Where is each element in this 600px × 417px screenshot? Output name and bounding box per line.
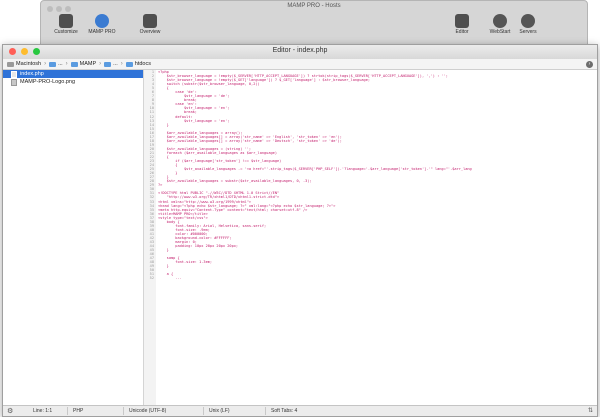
path-bar: Macintosh › ... › MAMP › ... › htdocs ›: [3, 59, 597, 70]
globe-icon: [493, 14, 507, 28]
path-crumb-htdocs[interactable]: htdocs: [125, 61, 151, 67]
path-crumb-ellipsis-1[interactable]: ...: [49, 61, 63, 67]
line-endings-selector[interactable]: Unix (LF): [209, 408, 230, 414]
folder-icon: [49, 61, 57, 67]
status-bar: ⚙ Line: 1:1 PHP Unicode (UTF-8) Unix (LF…: [3, 405, 597, 416]
chevron-right-icon: ›: [120, 61, 123, 67]
editor-button[interactable]: Editor: [442, 14, 482, 35]
path-crumb-mamp[interactable]: MAMP: [70, 61, 96, 67]
file-icon: [11, 70, 17, 78]
mamp-pro-button[interactable]: MAMP PRO: [82, 14, 122, 35]
chevron-right-icon: ›: [44, 61, 47, 67]
file-sidebar: index.php MAMP-PRO-Logo.png: [3, 70, 144, 406]
customize-button[interactable]: Customize: [46, 14, 86, 35]
folder-icon: [104, 61, 112, 67]
line-number-gutter: 1 2 3 4 5 6 7 8 9 10 11 12 13 14 15 16 17 18 19 20 21 22 23 24 2…: [144, 70, 156, 406]
elephant-icon: [95, 14, 109, 28]
gear-icon[interactable]: ⚙: [7, 407, 13, 415]
path-crumb-drive[interactable]: Macintosh: [7, 61, 41, 67]
file-item-index-php[interactable]: index.php: [3, 70, 143, 78]
path-crumb-ellipsis-2[interactable]: ...: [104, 61, 118, 67]
overview-button[interactable]: Overview: [130, 14, 170, 35]
power-icon: [521, 14, 535, 28]
code-line: ...: [158, 276, 182, 281]
navigate-icon[interactable]: ›: [586, 61, 593, 68]
language-selector[interactable]: PHP: [73, 408, 83, 414]
image-file-icon: [11, 78, 17, 86]
code-editor[interactable]: <?php $str_browser_language = !empty($_S…: [158, 70, 597, 406]
chevron-right-icon: ›: [65, 61, 68, 67]
servers-button[interactable]: Servers: [508, 14, 548, 35]
tabs-selector[interactable]: Soft Tabs: 4: [271, 408, 297, 414]
editor-icon: [455, 14, 469, 28]
arrows-icon[interactable]: ⇅: [588, 407, 593, 414]
line-number: 52: [149, 276, 154, 281]
grid-icon: [143, 14, 157, 28]
encoding-selector[interactable]: Unicode (UTF-8): [129, 408, 166, 414]
file-item-mamp-pro-logo[interactable]: MAMP-PRO-Logo.png: [3, 78, 143, 86]
editor-title: Editor - index.php: [272, 47, 328, 54]
wrench-icon: [59, 14, 73, 28]
hard-drive-icon: [7, 61, 14, 67]
editor-titlebar: Editor - index.php: [3, 45, 597, 60]
chevron-right-icon: ›: [99, 61, 102, 67]
folder-icon: [70, 61, 78, 67]
folder-icon: [125, 61, 133, 67]
background-window-title: MAMP PRO - Hosts: [287, 3, 341, 9]
editor-window: Editor - index.php Macintosh › ... › MAM…: [2, 44, 598, 417]
cursor-position: Line: 1:1: [33, 408, 53, 414]
